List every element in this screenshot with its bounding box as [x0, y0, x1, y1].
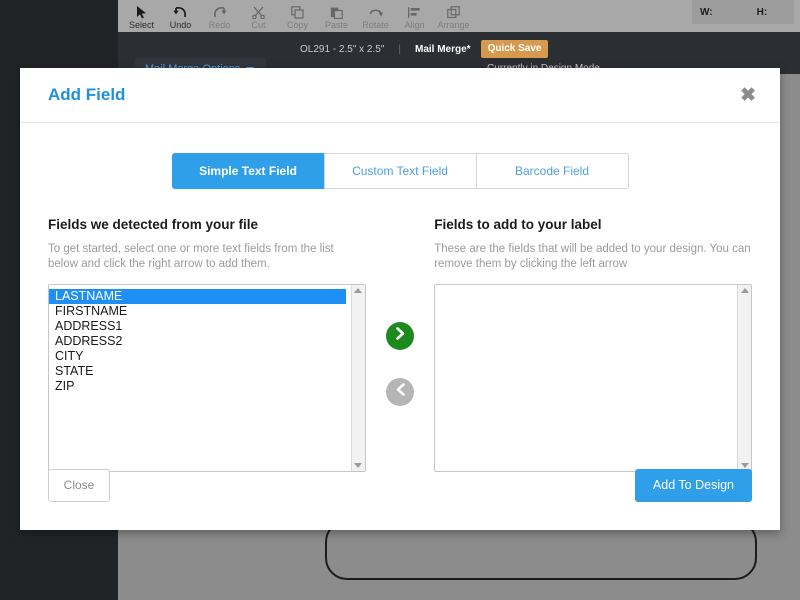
- scissors-icon: [252, 5, 265, 19]
- detected-fields-scrollbar[interactable]: [350, 285, 365, 471]
- toolbar-button-rotate[interactable]: Rotate: [356, 0, 395, 32]
- detected-fields-list: LASTNAME FIRSTNAME ADDRESS1 ADDRESS2 CITY STA…: [49, 285, 365, 394]
- remove-field-arrow-button[interactable]: [386, 378, 414, 406]
- toolbar-label-align: Align: [404, 20, 425, 30]
- list-item[interactable]: LASTNAME: [49, 289, 346, 304]
- subbar-divider: |: [398, 43, 401, 55]
- transfer-panels: Fields we detected from your file To get…: [20, 217, 780, 472]
- toolbar-label-copy: Copy: [286, 20, 308, 30]
- rotate-icon: [369, 5, 383, 19]
- toolbar-tool-group: Select Undo Redo Cut Copy Paste Rotate A…: [122, 0, 473, 32]
- scroll-up-icon[interactable]: [740, 288, 749, 293]
- undo-arrow-icon: [173, 5, 188, 19]
- toolbar-button-arrange[interactable]: Arrange: [434, 0, 473, 32]
- selected-fields-heading: Fields to add to your label: [434, 217, 602, 232]
- list-item[interactable]: STATE: [49, 364, 365, 379]
- toolbar-label-cut: Cut: [251, 20, 266, 30]
- add-to-design-button[interactable]: Add To Design: [634, 468, 752, 502]
- tab-label-simple-text-field: Simple Text Field: [199, 164, 297, 178]
- dimension-fields: W: H:: [692, 0, 794, 24]
- redo-arrow-icon: [212, 5, 227, 19]
- detected-fields-panel: Fields we detected from your file To get…: [48, 217, 366, 472]
- scroll-up-icon[interactable]: [354, 288, 363, 293]
- list-item[interactable]: ADDRESS1: [49, 319, 365, 334]
- add-field-modal: Add Field ✖ Simple Text Field Custom Tex…: [20, 68, 780, 530]
- toolbar-button-select[interactable]: Select: [122, 0, 161, 32]
- toolbar-label-undo: Undo: [169, 20, 192, 30]
- modal-header: Add Field ✖: [20, 68, 780, 123]
- selected-fields-listbox[interactable]: [434, 284, 752, 472]
- add-field-arrow-button[interactable]: [386, 322, 414, 350]
- tab-simple-text-field[interactable]: Simple Text Field: [171, 153, 325, 189]
- toolbar-label-paste: Paste: [324, 20, 348, 30]
- list-item[interactable]: ZIP: [49, 379, 365, 394]
- close-icon[interactable]: ✖: [740, 86, 756, 105]
- toolbar-button-copy[interactable]: Copy: [278, 0, 317, 32]
- height-label: H:: [756, 6, 768, 18]
- detected-fields-listbox[interactable]: LASTNAME FIRSTNAME ADDRESS1 ADDRESS2 CITY STA…: [48, 284, 366, 472]
- toolbar-button-undo[interactable]: Undo: [161, 0, 200, 32]
- selected-fields-list: [435, 285, 751, 289]
- list-item[interactable]: FIRSTNAME: [49, 304, 365, 319]
- align-icon: [408, 5, 421, 19]
- quick-save-button[interactable]: Quick Save: [480, 40, 549, 58]
- selected-fields-description: These are the fields that will be added …: [434, 243, 751, 270]
- modal-footer: Close Add To Design: [20, 458, 780, 530]
- width-label: W:: [700, 6, 713, 18]
- toolbar-button-paste[interactable]: Paste: [317, 0, 356, 32]
- toolbar-label-select: Select: [128, 20, 154, 30]
- tab-label-custom-text-field: Custom Text Field: [352, 164, 448, 178]
- modal-title: Add Field: [48, 85, 126, 104]
- transfer-arrow-group: [366, 217, 434, 472]
- arrange-icon: [447, 5, 460, 19]
- toolbar-button-redo[interactable]: Redo: [200, 0, 239, 32]
- cursor-arrow-icon: [136, 5, 148, 19]
- tab-custom-text-field[interactable]: Custom Text Field: [323, 153, 477, 189]
- toolbar-label-redo: Redo: [208, 20, 231, 30]
- list-item[interactable]: ADDRESS2: [49, 334, 365, 349]
- detected-fields-heading: Fields we detected from your file: [48, 217, 259, 232]
- copy-icon: [291, 5, 304, 19]
- toolbar-label-arrange: Arrange: [437, 20, 470, 30]
- field-type-tabs: Simple Text Field Custom Text Field Barc…: [20, 153, 780, 189]
- chevron-right-icon: [395, 327, 406, 345]
- tab-barcode-field[interactable]: Barcode Field: [475, 153, 629, 189]
- mail-merge-status-label: Mail Merge*: [414, 43, 471, 55]
- detected-fields-description: To get started, select one or more text …: [48, 243, 334, 270]
- close-button[interactable]: Close: [48, 468, 110, 502]
- tab-label-barcode-field: Barcode Field: [514, 164, 590, 178]
- toolbar-label-rotate: Rotate: [362, 20, 389, 30]
- toolbar-button-align[interactable]: Align: [395, 0, 434, 32]
- chevron-left-icon: [395, 383, 406, 401]
- selected-fields-panel: Fields to add to your label These are th…: [434, 217, 752, 472]
- subbar-meta-group: OL291 - 2.5" x 2.5" | Mail Merge* Quick …: [300, 40, 549, 58]
- list-item[interactable]: CITY: [49, 349, 365, 364]
- template-spec-label: OL291 - 2.5" x 2.5": [300, 43, 385, 55]
- selected-fields-scrollbar[interactable]: [737, 285, 751, 471]
- paste-icon: [330, 5, 343, 19]
- toolbar-button-cut[interactable]: Cut: [239, 0, 278, 32]
